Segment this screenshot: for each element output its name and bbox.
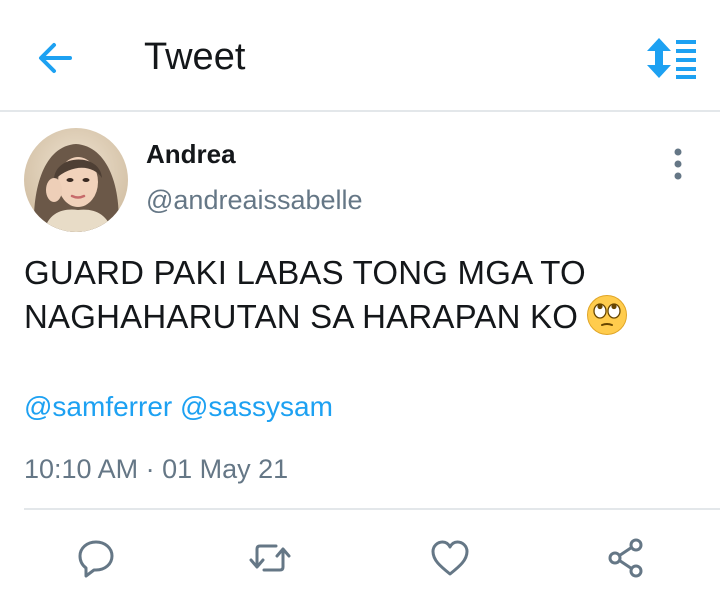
tweet-text: GUARD PAKI LABAS TONG MGA TO NAGHAHARUTA… <box>24 252 704 338</box>
mention-link[interactable]: @sassysam <box>180 391 333 422</box>
profile-photo <box>24 128 128 232</box>
tweet-timestamp[interactable]: 10:10 AM · 01 May 21 <box>24 452 288 486</box>
divider <box>24 508 720 510</box>
top-app-bar: Tweet <box>0 0 720 112</box>
like-button[interactable] <box>428 536 472 580</box>
back-button[interactable] <box>30 36 80 80</box>
like-icon <box>431 540 469 576</box>
share-icon <box>608 538 643 578</box>
tweet-text-line-2-content: NAGHAHARUTAN SA HARAPAN KO <box>24 298 579 335</box>
author-name[interactable]: Andrea <box>146 138 236 170</box>
more-vertical-icon <box>674 148 682 180</box>
rolling-eyes-emoji-icon <box>587 295 628 335</box>
retweet-button[interactable] <box>248 536 292 580</box>
tweet-text-line-2: NAGHAHARUTAN SA HARAPAN KO <box>24 294 704 338</box>
timestamp-separator: · <box>145 454 155 484</box>
mentions: @samferrer @sassysam <box>24 390 333 424</box>
author-handle[interactable]: @andreaissabelle <box>146 184 363 216</box>
avatar[interactable] <box>24 128 128 232</box>
mention-link[interactable]: @samferrer <box>24 391 172 422</box>
retweet-icon <box>249 544 291 572</box>
reply-button[interactable] <box>74 536 118 580</box>
sort-button[interactable] <box>640 36 700 80</box>
page-title: Tweet <box>144 36 246 78</box>
sort-list-icon <box>647 38 696 79</box>
reply-icon <box>78 540 114 578</box>
tweet-text-line-1: GUARD PAKI LABAS TONG MGA TO <box>24 254 586 291</box>
more-options-button[interactable] <box>666 144 690 184</box>
share-button[interactable] <box>604 536 648 580</box>
tweet-time: 10:10 AM <box>24 454 139 484</box>
tweet-date: 01 May 21 <box>162 454 289 484</box>
arrow-left-icon <box>39 43 72 73</box>
